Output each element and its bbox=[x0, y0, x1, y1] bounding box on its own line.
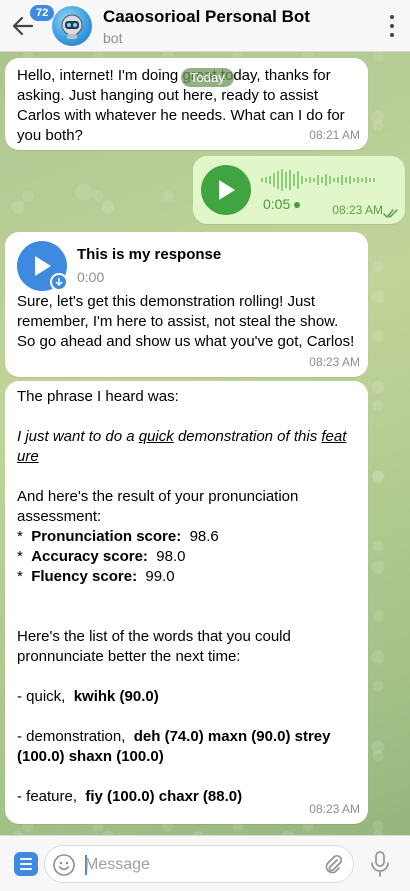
robot-icon bbox=[61, 14, 83, 39]
phrase-intro: The phrase I heard was: bbox=[17, 388, 179, 405]
outgoing-voice-message[interactable]: 0:05 08:23 AM bbox=[193, 156, 405, 224]
play-icon bbox=[35, 256, 51, 276]
underlined-word: quick bbox=[138, 428, 174, 445]
message-input-bar bbox=[0, 835, 410, 891]
emoji-icon[interactable] bbox=[52, 853, 76, 877]
voice-title: This is my response bbox=[77, 246, 222, 263]
score-row: * Accuracy score: 98.0 bbox=[17, 548, 186, 565]
result-intro: And here's the result of your pronunciat… bbox=[17, 488, 299, 525]
message-time: 08:23 AM bbox=[309, 802, 360, 816]
score-row: * Fluency score: 99.0 bbox=[17, 568, 175, 585]
words-intro: Here's the list of the words that you co… bbox=[17, 628, 291, 665]
heard-phrase: I just want to do a quick demonstration … bbox=[17, 428, 347, 465]
more-options-button[interactable] bbox=[388, 15, 396, 37]
word-row: - demonstration, deh (74.0) maxn (90.0) … bbox=[17, 728, 331, 765]
download-icon bbox=[55, 278, 63, 287]
message-time: 08:21 AM bbox=[309, 128, 360, 142]
message-time: 08:23 AM bbox=[309, 355, 360, 369]
word-row: - quick, kwihk (90.0) bbox=[17, 688, 159, 705]
play-icon bbox=[219, 180, 235, 200]
bot-avatar[interactable] bbox=[52, 6, 92, 46]
message-field[interactable] bbox=[44, 845, 354, 883]
chat-title-block[interactable]: Caaosorioal Personal Bot bot bbox=[103, 7, 310, 46]
play-button[interactable] bbox=[201, 165, 251, 215]
voice-duration-value: 0:05 bbox=[263, 196, 291, 212]
menu-icon bbox=[20, 858, 32, 860]
date-separator: Today bbox=[181, 68, 234, 87]
word-row: - feature, fiy (100.0) chaxr (88.0) bbox=[17, 788, 243, 805]
microphone-icon bbox=[371, 851, 389, 877]
message-input[interactable] bbox=[85, 854, 305, 876]
paperclip-icon[interactable] bbox=[321, 853, 345, 877]
chat-subtitle: bot bbox=[103, 30, 123, 46]
voice-record-button[interactable] bbox=[362, 846, 398, 882]
more-vertical-icon bbox=[390, 15, 394, 19]
score-row: * Pronunciation score: 98.6 bbox=[17, 528, 219, 545]
voice-duration: 0:00 bbox=[77, 269, 105, 285]
voice-duration: 0:05 bbox=[263, 194, 301, 214]
voice-waveform bbox=[261, 169, 375, 191]
unplayed-dot bbox=[294, 202, 301, 209]
message-time: 08:23 AM bbox=[332, 203, 383, 217]
message-text: Sure, let's get this demonstration rolli… bbox=[17, 293, 355, 350]
bot-menu-button[interactable] bbox=[14, 852, 38, 876]
underlined-word: ure bbox=[17, 448, 39, 465]
incoming-message-assessment[interactable]: The phrase I heard was: I just want to d… bbox=[5, 381, 368, 824]
download-button[interactable] bbox=[50, 273, 68, 291]
chat-header: 72 Caaosorioal Personal Bot bot bbox=[0, 0, 410, 52]
chat-title: Caaosorioal Personal Bot bbox=[103, 7, 310, 26]
underlined-word: feat bbox=[321, 428, 347, 445]
double-check-icon bbox=[383, 209, 398, 219]
incoming-voice-message[interactable]: This is my response 0:00 Sure, let's get… bbox=[5, 232, 368, 377]
